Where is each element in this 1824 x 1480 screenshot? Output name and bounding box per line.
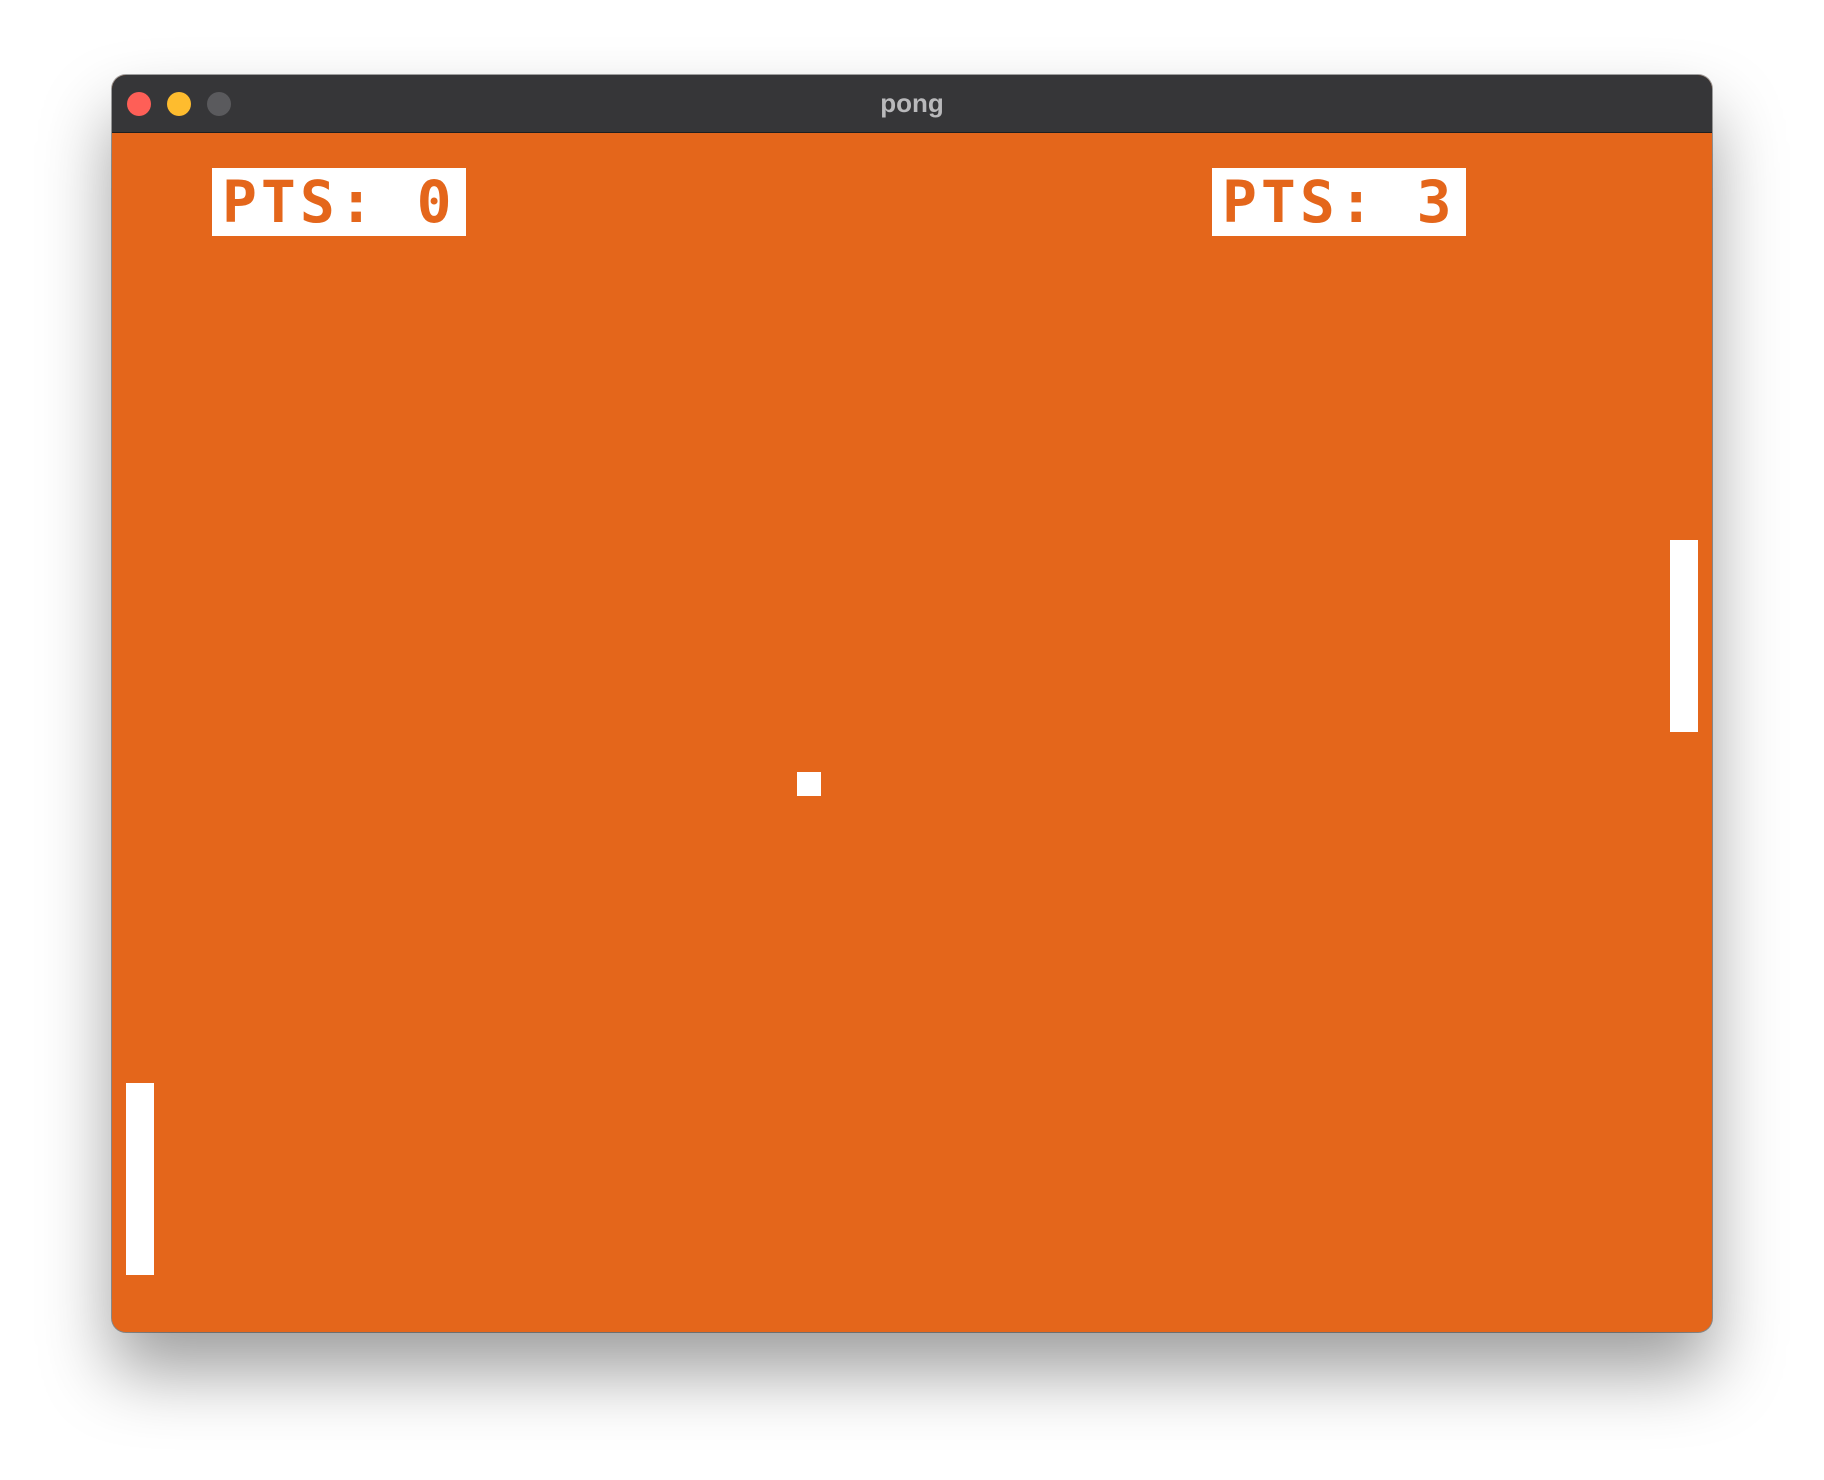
right-paddle[interactable]	[1670, 540, 1698, 732]
left-score: PTS: 0	[222, 168, 456, 236]
ball	[797, 772, 821, 796]
game-window: pong PTS: 0 PTS: 3	[112, 75, 1712, 1332]
left-paddle[interactable]	[126, 1083, 154, 1275]
right-score: PTS: 3	[1222, 168, 1456, 236]
left-score-panel: PTS: 0	[212, 168, 466, 236]
window-title: pong	[880, 88, 944, 118]
title-bar: pong	[112, 75, 1712, 133]
right-score-panel: PTS: 3	[1212, 168, 1466, 236]
pong-court[interactable]: PTS: 0 PTS: 3	[112, 133, 1712, 1332]
